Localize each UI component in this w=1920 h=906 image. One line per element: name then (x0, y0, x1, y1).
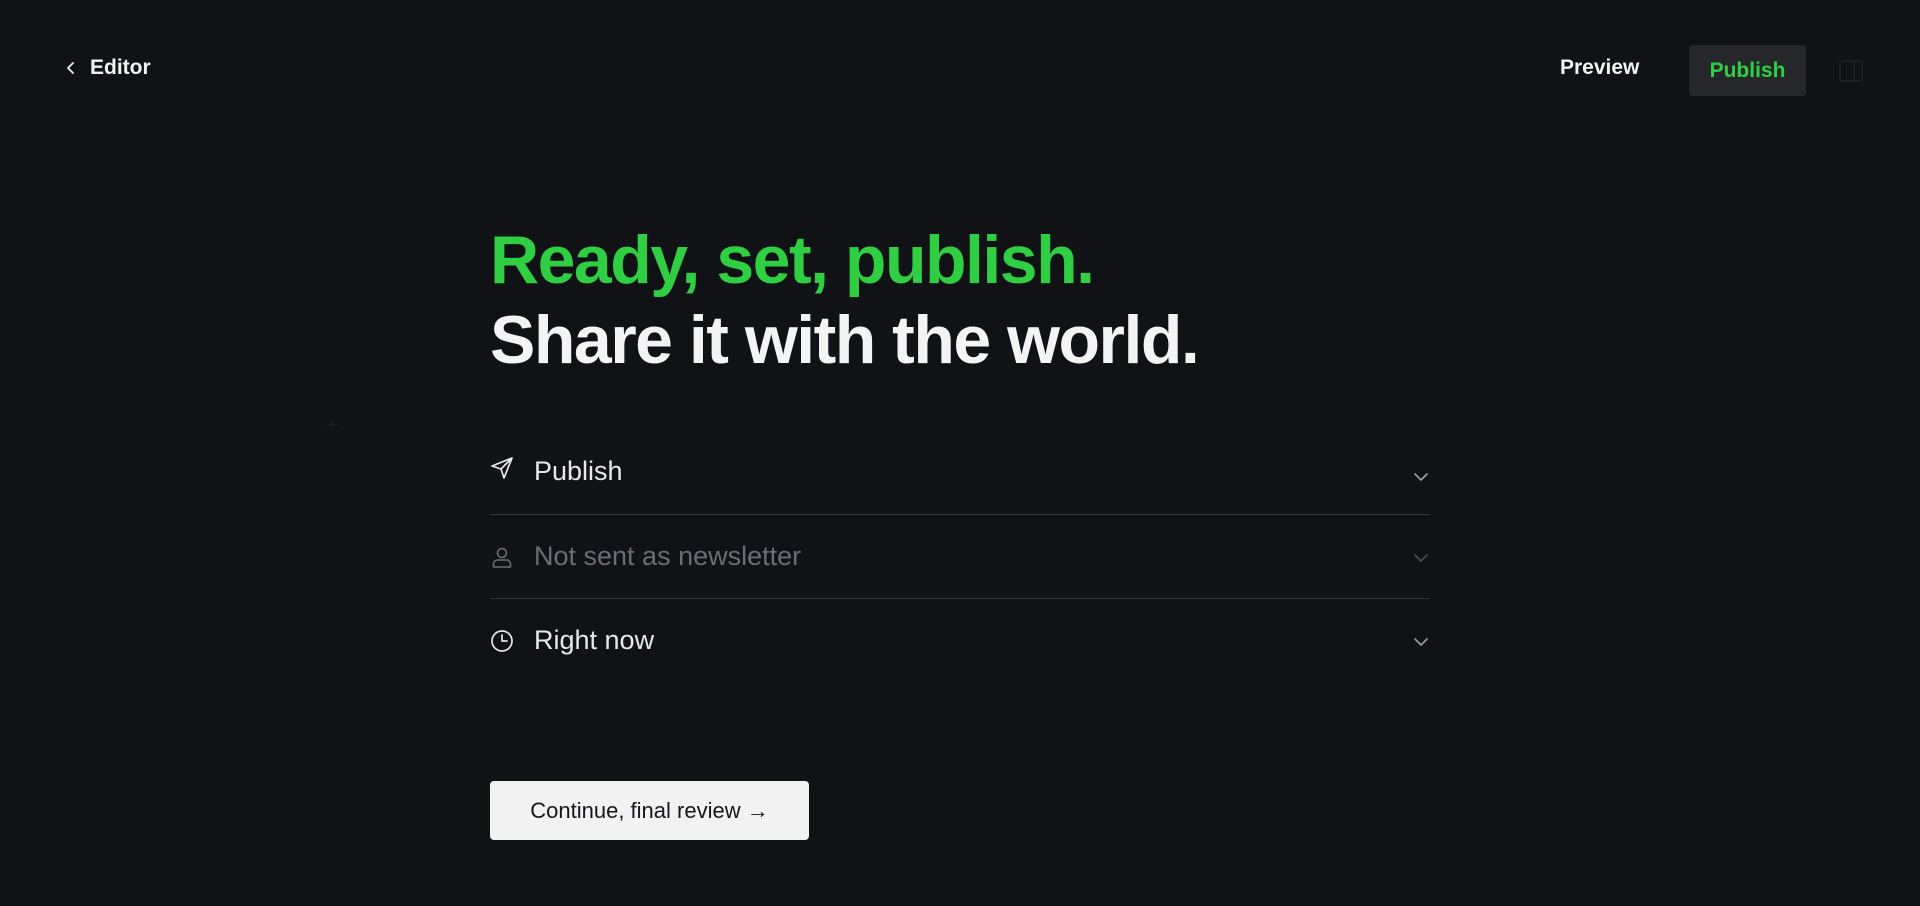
publish-settings-list: Publish Not sent as newsletter Right now (490, 440, 1430, 682)
back-label: Editor (90, 56, 151, 79)
chevron-down-icon (1414, 473, 1428, 481)
publish-type-label: Publish (534, 456, 623, 486)
chevron-left-icon (67, 62, 74, 74)
chevron-down-icon (1414, 638, 1428, 646)
clock-icon (490, 629, 514, 653)
schedule-row[interactable]: Right now (490, 598, 1430, 682)
publish-button[interactable]: Publish (1689, 45, 1806, 96)
continue-final-review-button[interactable]: Continue, final review → (490, 781, 809, 840)
preview-button[interactable]: Preview (1560, 56, 1639, 80)
publish-type-row[interactable]: Publish (490, 440, 1430, 514)
headline-line-1: Ready, set, publish. (490, 222, 1095, 298)
sidebar-toggle-icon[interactable] (1839, 60, 1863, 82)
send-icon (490, 456, 514, 480)
headline-line-2: Share it with the world. (490, 302, 1200, 378)
newsletter-label: Not sent as newsletter (534, 541, 802, 571)
publish-flow-page: + Editor Preview Publish Ready, set, pub… (0, 0, 1920, 906)
newsletter-row[interactable]: Not sent as newsletter (490, 514, 1430, 598)
publish-headline: Ready, set, publish. Share it with the w… (490, 220, 1200, 380)
back-to-editor-link[interactable]: Editor (64, 56, 151, 80)
schedule-label: Right now (534, 625, 655, 655)
chevron-down-icon (1414, 554, 1428, 562)
user-icon (490, 545, 514, 569)
ghost-plus-icon: + (326, 412, 339, 437)
